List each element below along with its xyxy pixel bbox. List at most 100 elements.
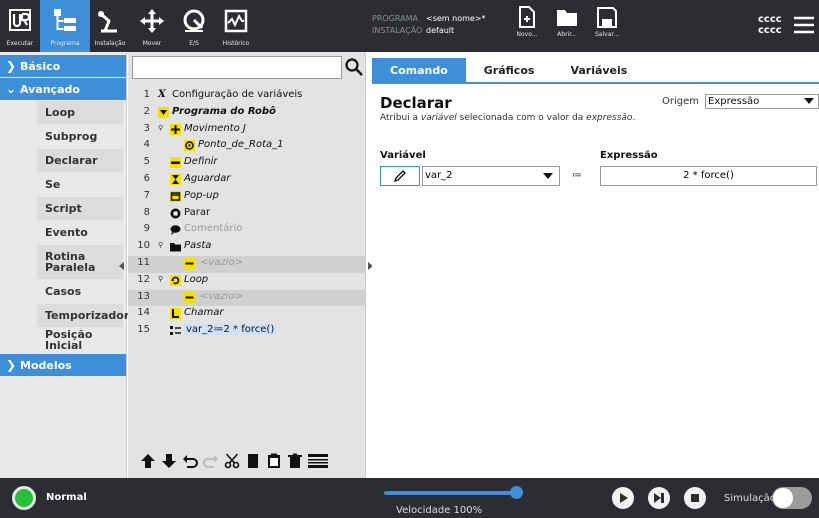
tab-comando[interactable]: Comando	[372, 58, 466, 82]
tree-row[interactable]: 14 Chamar	[128, 306, 366, 323]
robot-arm-icon	[98, 11, 117, 33]
io-tab-button[interactable]: E/S	[174, 0, 214, 52]
move-down-icon[interactable]	[161, 453, 177, 469]
nav-section-modelos[interactable]: ❯ Modelos	[0, 354, 126, 376]
stop-icon	[170, 208, 181, 219]
save-file-button[interactable]: Salvar...	[590, 6, 624, 46]
cut-scissors-icon[interactable]	[224, 453, 240, 469]
tree-row[interactable]: 6 Aguardar	[128, 172, 366, 189]
tree-row[interactable]: 8 Parar	[128, 206, 366, 223]
redo-icon[interactable]	[203, 453, 219, 469]
user-line-1: cccc	[758, 14, 782, 25]
nav-item-evento[interactable]: Evento	[37, 221, 123, 244]
popup-icon	[170, 190, 181, 202]
play-button[interactable]	[612, 487, 634, 509]
collapse-left-arrow-icon[interactable]	[119, 262, 124, 270]
tree-row[interactable]: 2 Programa do Robô	[128, 105, 366, 122]
user-indicator: cccc cccc	[758, 14, 782, 36]
expression-label: Expressão	[600, 150, 658, 161]
tree-row[interactable]: 4 Ponto_de_Rota_1	[128, 138, 366, 155]
move-tab-button[interactable]: Mover	[132, 0, 172, 52]
nav-item-se[interactable]: Se	[37, 173, 123, 196]
simulation-toggle[interactable]	[772, 487, 812, 509]
simulation-label: Simulação	[724, 493, 776, 504]
nav-item-temporizador[interactable]: Temporizador	[37, 304, 129, 327]
program-name: <sem nome>*	[426, 14, 486, 23]
stop-button[interactable]	[684, 487, 706, 509]
tree-row[interactable]: 13 <vazio>	[128, 289, 366, 307]
dropdown-arrow-icon	[543, 173, 553, 179]
tree-row[interactable]: 7 Pop-up	[128, 189, 366, 206]
installation-tab-button[interactable]: Instalação	[90, 0, 130, 52]
robot-status-icon[interactable]	[12, 486, 36, 510]
robot-program-icon	[158, 106, 169, 118]
tab-variaveis[interactable]: Variáveis	[552, 58, 645, 82]
comment-icon	[170, 225, 181, 236]
search-icon[interactable]	[344, 57, 364, 77]
program-tree: 1 X Configuração de variáveis 2 Programa…	[128, 88, 366, 340]
paste-icon[interactable]	[266, 453, 282, 469]
command-tabs: Comando Gráficos Variáveis	[372, 58, 645, 82]
speed-slider-track[interactable]	[384, 491, 516, 495]
play-icon	[620, 493, 628, 503]
nav-item-declarar[interactable]: Declarar	[37, 149, 123, 172]
history-tab-button[interactable]: Histórico	[216, 0, 256, 52]
tab-graficos[interactable]: Gráficos	[466, 58, 553, 82]
user-line-2: cccc	[758, 25, 782, 36]
new-file-button[interactable]: Novo...	[510, 6, 544, 46]
tree-row[interactable]: 11 <vazio>	[128, 255, 366, 273]
move-arrows-icon	[140, 9, 164, 33]
speed-slider-handle[interactable]	[510, 486, 523, 499]
edit-variable-button[interactable]	[380, 166, 420, 186]
nav-item-casos[interactable]: Casos	[37, 280, 123, 303]
program-tab-button[interactable]: Programa	[40, 0, 90, 52]
nav-item-subprog[interactable]: Subprog	[37, 125, 123, 148]
loop-icon	[170, 274, 181, 286]
empty-node-icon	[184, 291, 195, 303]
hamburger-menu-icon[interactable]	[793, 14, 815, 36]
copy-icon[interactable]	[245, 453, 261, 469]
top-bar: Executar Programa Instalação Mover E/S H…	[0, 0, 819, 52]
expand-pin-icon[interactable]: ⚲	[158, 241, 163, 249]
nav-section-avancado[interactable]: ⌄ Avançado	[0, 78, 126, 100]
tree-row[interactable]: 9 Comentário	[128, 222, 366, 239]
tree-row-selected[interactable]: 15 var_2≔2 * force()	[128, 323, 366, 340]
tree-row[interactable]: 5 Definir	[128, 155, 366, 172]
polyscope-window: Executar Programa Instalação Mover E/S H…	[0, 0, 819, 518]
variable-select[interactable]: var_2	[422, 166, 560, 186]
tree-row[interactable]: 1 X Configuração de variáveis	[128, 88, 366, 105]
tree-row[interactable]: 10 ⚲ Pasta	[128, 239, 366, 256]
nav-item-posicao-inicial[interactable]: Posição Inicial	[37, 328, 123, 351]
nav-section-basico[interactable]: ❯ Básico	[0, 55, 126, 77]
installation-key: INSTALAÇÃO	[372, 26, 423, 35]
expression-field[interactable]: 2 * force()	[600, 166, 817, 186]
program-info: PROGRAMA <sem nome>* INSTALAÇÃO default	[372, 13, 486, 37]
new-file-icon	[519, 6, 535, 28]
installation-name: default	[426, 26, 455, 35]
save-icon	[597, 7, 617, 28]
chevron-right-icon: ❯	[6, 59, 17, 73]
command-nav: ❯ Básico ⌄ Avançado Loop Subprog Declarar …	[0, 52, 129, 478]
nav-item-script[interactable]: Script	[37, 197, 123, 220]
nav-item-rotina-paralela[interactable]: Rotina Paralela	[37, 245, 123, 279]
nav-item-loop[interactable]: Loop	[37, 101, 123, 124]
dropdown-arrow-icon	[804, 98, 814, 104]
run-tab-button[interactable]: Executar	[0, 0, 40, 52]
source-select[interactable]: Expressão	[705, 94, 819, 109]
assignment-icon	[170, 326, 181, 336]
step-button[interactable]	[648, 487, 670, 509]
suppress-icon[interactable]	[308, 453, 328, 469]
program-tree-panel: 1 X Configuração de variáveis 2 Programa…	[128, 52, 366, 478]
tree-row[interactable]: 3 ⚲ Movimento J	[128, 122, 366, 139]
expand-pin-icon[interactable]: ⚲	[158, 124, 163, 132]
expand-pin-icon[interactable]: ⚲	[158, 275, 163, 283]
delete-trash-icon[interactable]	[287, 453, 303, 469]
tree-search-input[interactable]	[132, 56, 342, 79]
move-up-icon[interactable]	[140, 453, 156, 469]
tree-row[interactable]: 12 ⚲ Loop	[128, 273, 366, 290]
program-key: PROGRAMA	[372, 14, 418, 23]
tab-underline	[372, 82, 819, 84]
open-file-button[interactable]: Abrir...	[550, 6, 584, 46]
undo-icon[interactable]	[182, 453, 198, 469]
command-panel: Comando Gráficos Variáveis Declarar Atri…	[372, 52, 819, 478]
